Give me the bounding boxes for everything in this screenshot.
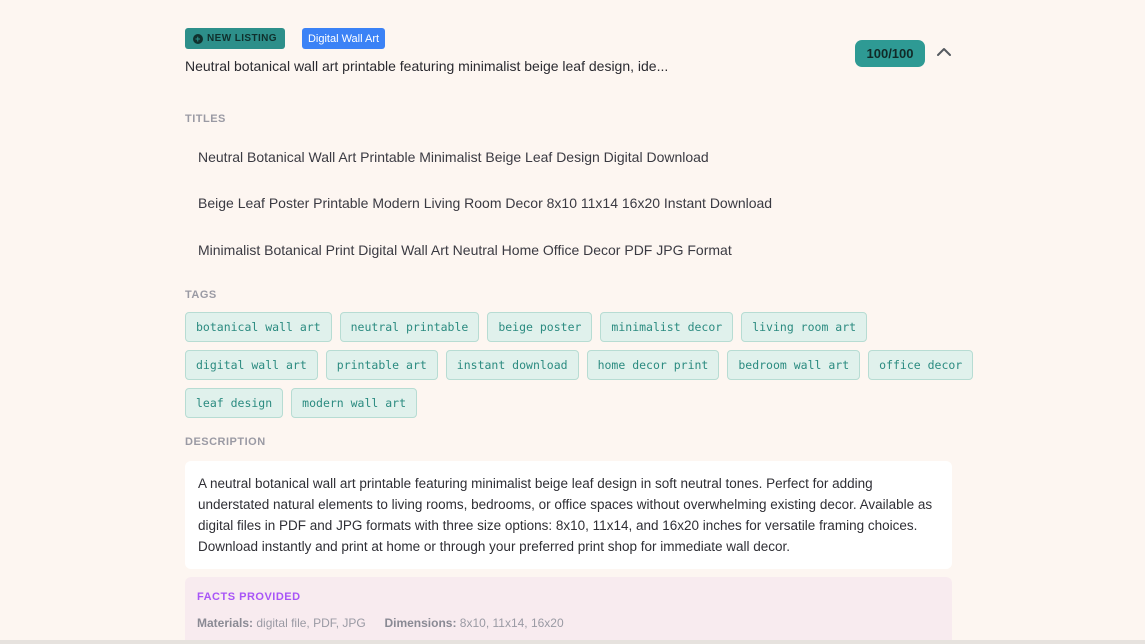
tag-row: botanical wall art neutral printable bei… (185, 312, 952, 342)
tag-chip[interactable]: leaf design (185, 388, 284, 418)
tag-chip[interactable]: minimalist decor (600, 312, 734, 342)
score-badge: 100/100 (855, 40, 925, 67)
bottom-divider (0, 640, 1145, 644)
materials-value: digital file, PDF, JPG (256, 616, 366, 630)
plus-circle-icon: + (193, 33, 203, 44)
tag-chip[interactable]: home decor print (586, 350, 720, 380)
dimensions-key: Dimensions: (384, 616, 457, 630)
tag-chip[interactable]: office decor (868, 350, 974, 380)
tags-label: TAGS (185, 289, 217, 301)
description-text: A neutral botanical wall art printable f… (185, 461, 952, 569)
tag-chip[interactable]: digital wall art (185, 350, 318, 380)
materials-key: Materials: (197, 616, 254, 630)
tag-row: digital wall art printable art instant d… (185, 350, 974, 380)
tag-chip[interactable]: living room art (741, 312, 868, 342)
new-listing-label: NEW LISTING (207, 33, 277, 44)
facts-panel: FACTS PROVIDED Materials: digital file, … (185, 577, 952, 644)
tag-chip[interactable]: modern wall art (291, 388, 418, 418)
facts-line: Materials: digital file, PDF, JPG Dimens… (197, 616, 940, 630)
facts-label: FACTS PROVIDED (197, 591, 301, 603)
tag-chip[interactable]: botanical wall art (185, 312, 332, 342)
tag-chip[interactable]: bedroom wall art (727, 350, 861, 380)
title-option-2[interactable]: Beige Leaf Poster Printable Modern Livin… (198, 195, 772, 211)
tag-list: botanical wall art neutral printable bei… (185, 312, 974, 426)
titles-label: TITLES (185, 113, 226, 125)
listing-page: + NEW LISTING Digital Wall Art Neutral b… (0, 0, 1145, 644)
category-badge: Digital Wall Art (301, 28, 386, 49)
description-label: DESCRIPTION (185, 436, 266, 448)
tag-chip[interactable]: beige poster (487, 312, 593, 342)
chevron-up-icon (937, 48, 951, 56)
badge-group: + NEW LISTING Digital Wall Art (185, 28, 386, 49)
new-listing-badge: + NEW LISTING (185, 28, 285, 49)
collapse-button[interactable] (935, 43, 953, 61)
title-option-3[interactable]: Minimalist Botanical Print Digital Wall … (198, 242, 732, 258)
tag-chip[interactable]: instant download (445, 350, 579, 380)
title-option-1[interactable]: Neutral Botanical Wall Art Printable Min… (198, 149, 709, 165)
dimensions-value: 8x10, 11x14, 16x20 (459, 616, 564, 630)
tag-chip[interactable]: printable art (325, 350, 438, 380)
tag-chip[interactable]: neutral printable (339, 312, 480, 342)
tag-row: leaf design modern wall art (185, 388, 952, 418)
listing-summary: Neutral botanical wall art printable fea… (185, 58, 669, 74)
